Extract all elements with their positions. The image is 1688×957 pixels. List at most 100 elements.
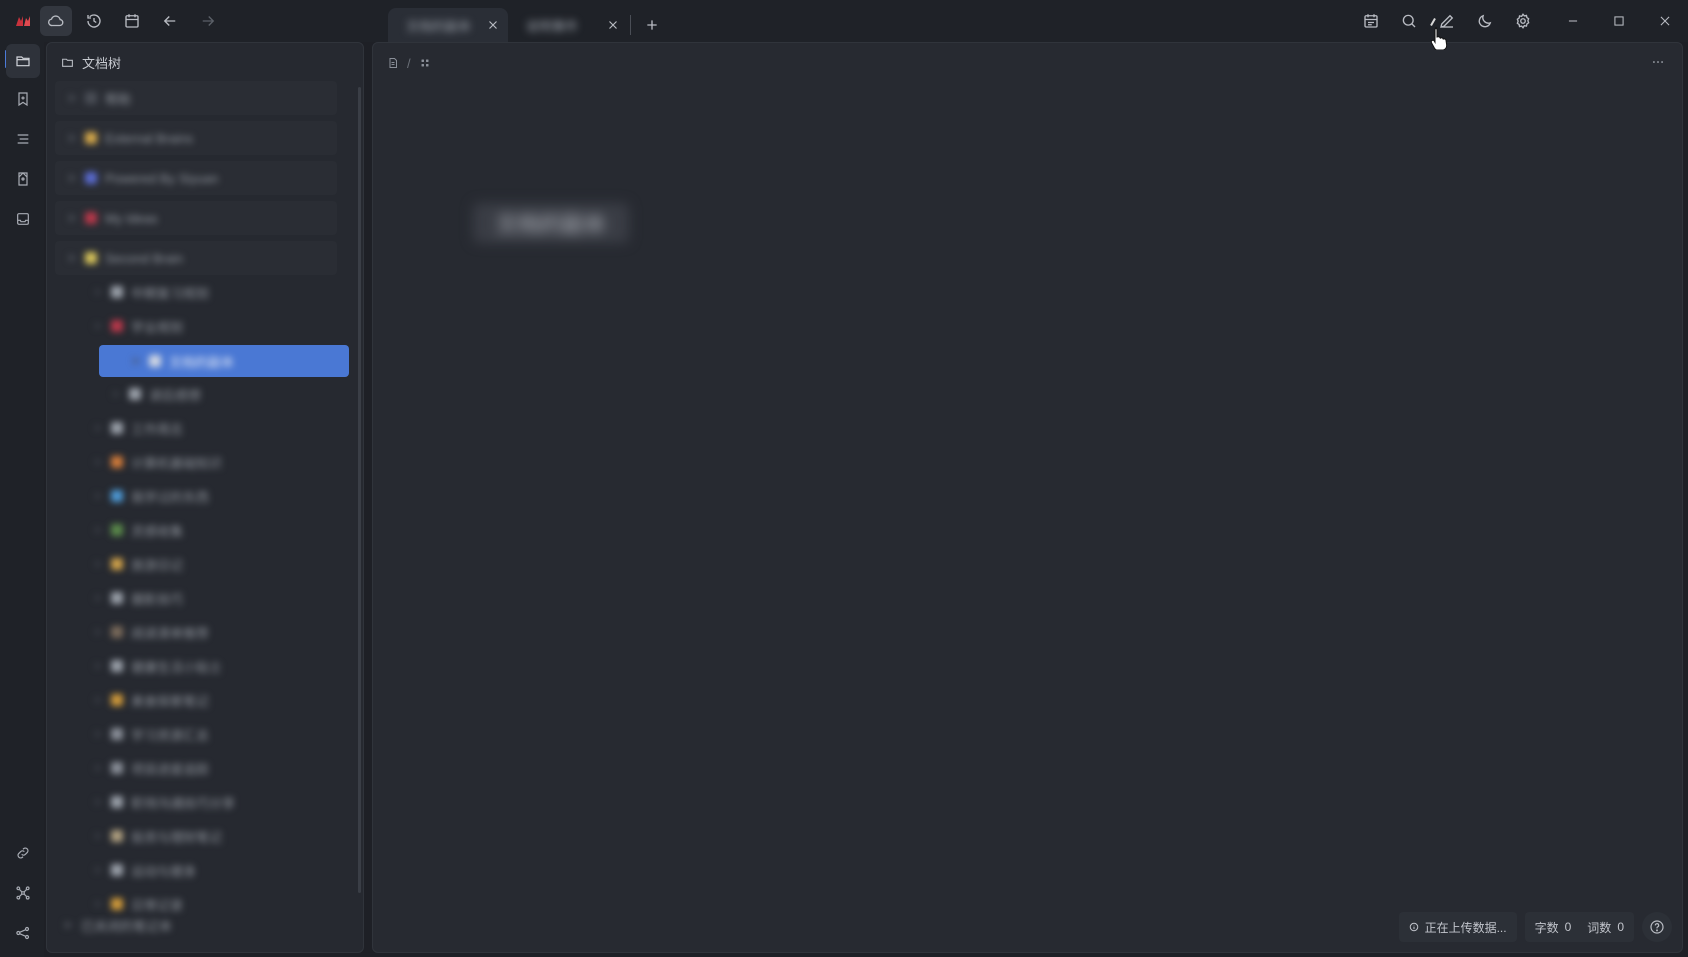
document-icon[interactable] <box>387 57 399 69</box>
tree-notebook[interactable]: External Brains <box>55 121 337 155</box>
tree-document[interactable]: 美食探索笔记 <box>55 685 337 715</box>
more-options-button[interactable] <box>1646 51 1670 73</box>
tree-notebook[interactable]: 帮助 <box>55 81 337 115</box>
history-button[interactable] <box>78 6 110 36</box>
inbox-icon <box>15 211 31 227</box>
more-icon <box>1651 55 1665 69</box>
dock-outline-button[interactable] <box>6 122 40 156</box>
calendar-button[interactable] <box>116 6 148 36</box>
tree-document[interactable]: 读后感想 <box>55 379 337 409</box>
dock-inbox-button[interactable] <box>6 202 40 236</box>
dock-global-graph-button[interactable] <box>6 916 40 950</box>
daily-note-button[interactable] <box>1352 6 1390 36</box>
tree-document[interactable]: 投资与理财笔记 <box>55 821 337 851</box>
dock-tag-button[interactable] <box>6 162 40 196</box>
document-icon <box>149 355 161 367</box>
dock-graph-button[interactable] <box>6 876 40 910</box>
document-icon <box>111 660 123 672</box>
chevron-right-icon <box>95 526 103 534</box>
close-icon[interactable] <box>486 18 500 32</box>
tree-document[interactable]: 健康生活小贴士 <box>55 651 337 681</box>
settings-button[interactable] <box>1504 6 1542 36</box>
notebook-icon <box>85 172 97 184</box>
tree-document[interactable]: 摄影技巧 <box>55 583 337 613</box>
help-button[interactable] <box>1642 912 1672 942</box>
tree-document[interactable]: 运动与健身 <box>55 855 337 885</box>
tree-document[interactable]: 旅游日记 <box>55 549 337 579</box>
upload-status: 正在上传数据... <box>1398 912 1517 942</box>
notebook-icon <box>85 92 97 104</box>
tree-item-label: Powered By Siyuan <box>105 170 219 186</box>
back-button[interactable] <box>154 6 186 36</box>
tree-document[interactable]: 灵感收集 <box>55 515 337 545</box>
chevron-right-icon <box>65 921 73 929</box>
tree-notebook[interactable]: Second Brain <box>55 241 337 275</box>
graph-icon <box>15 885 31 901</box>
document-icon <box>111 694 123 706</box>
tree-document[interactable]: 学习资源汇总 <box>55 719 337 749</box>
tree-item-label: 投资与理财笔记 <box>131 829 223 845</box>
chars-value: 0 <box>1564 920 1572 934</box>
document-icon <box>111 864 123 876</box>
cloud-sync-button[interactable] <box>40 6 72 36</box>
tree-item-selected[interactable]: 文档的副本 <box>99 345 349 377</box>
link-icon <box>15 845 31 861</box>
tab-label: 说明事件 <box>526 18 579 34</box>
hand-cursor-icon <box>1428 26 1450 50</box>
document-title[interactable]: 文档的副本 <box>473 203 629 243</box>
dock-bookmark-button[interactable] <box>6 82 40 116</box>
tag-icon <box>15 171 31 187</box>
tree-scrollbar[interactable] <box>358 87 361 893</box>
tree-document[interactable]: 我学过的东西 <box>55 481 337 511</box>
chevron-right-icon <box>95 866 103 874</box>
chevron-right-icon <box>95 424 103 432</box>
editor-panel: / 文档的副本 正在上传数据... 字数 0 词数 0 <box>372 42 1683 953</box>
arrow-right-icon <box>199 12 217 30</box>
tree-document[interactable]: 中期复习规划 <box>55 277 337 307</box>
document-icon <box>111 422 123 434</box>
tree-document[interactable]: 计算机基础知识 <box>55 447 337 477</box>
block-icon[interactable] <box>419 57 431 69</box>
tree-item-label: 学业规划 <box>131 319 184 335</box>
tree-document[interactable]: 项目进度追踪 <box>55 753 337 783</box>
arrow-left-icon <box>161 12 179 30</box>
siyuan-logo-icon[interactable] <box>12 6 34 36</box>
dock-backlink-button[interactable] <box>6 836 40 870</box>
document-icon <box>111 524 123 536</box>
tree-notebook[interactable]: Powered By Siyuan <box>55 161 337 195</box>
maximize-button[interactable] <box>1596 6 1642 36</box>
tree-item-label: 摄影技巧 <box>131 591 184 607</box>
close-icon <box>1658 14 1672 28</box>
tree-item-label: 工作周志 <box>131 421 184 437</box>
maximize-icon <box>1612 14 1626 28</box>
search-icon <box>1400 12 1418 30</box>
new-tab-button[interactable] <box>637 10 667 40</box>
tree-item-label: 计算机基础知识 <box>131 455 223 471</box>
minimize-button[interactable] <box>1550 6 1596 36</box>
document-icon <box>111 490 123 502</box>
tree-document[interactable]: 阅读清单推荐 <box>55 617 337 647</box>
folder-icon <box>61 56 74 69</box>
close-window-button[interactable] <box>1642 6 1688 36</box>
help-icon <box>1649 919 1665 935</box>
tree-document[interactable]: 工作周志 <box>55 413 337 443</box>
breadcrumb-separator: / <box>407 55 411 71</box>
tab-document-copy[interactable]: 文档的副本 <box>388 8 508 42</box>
theme-toggle-button[interactable] <box>1466 6 1504 36</box>
tree-document[interactable]: 学业规划 <box>55 311 337 341</box>
tree-document[interactable]: 职场沟通技巧分享 <box>55 787 337 817</box>
dock-file-tree-button[interactable] <box>6 44 40 78</box>
closed-notebooks[interactable]: 已关闭的笔记本 <box>47 912 172 938</box>
document-icon <box>111 898 123 910</box>
document-icon <box>111 626 123 638</box>
tab-notes[interactable]: 说明事件 <box>508 8 628 42</box>
forward-button[interactable] <box>192 6 224 36</box>
close-icon[interactable] <box>606 18 620 32</box>
gear-icon <box>1514 12 1532 30</box>
document-icon <box>111 592 123 604</box>
document-title-text: 文档的副本 <box>495 212 606 237</box>
tree-item-label: 帮助 <box>105 91 132 107</box>
search-button[interactable] <box>1390 6 1428 36</box>
tree-item-label: 职场沟通技巧分享 <box>131 795 236 811</box>
tree-notebook[interactable]: My Ideas <box>55 201 337 235</box>
